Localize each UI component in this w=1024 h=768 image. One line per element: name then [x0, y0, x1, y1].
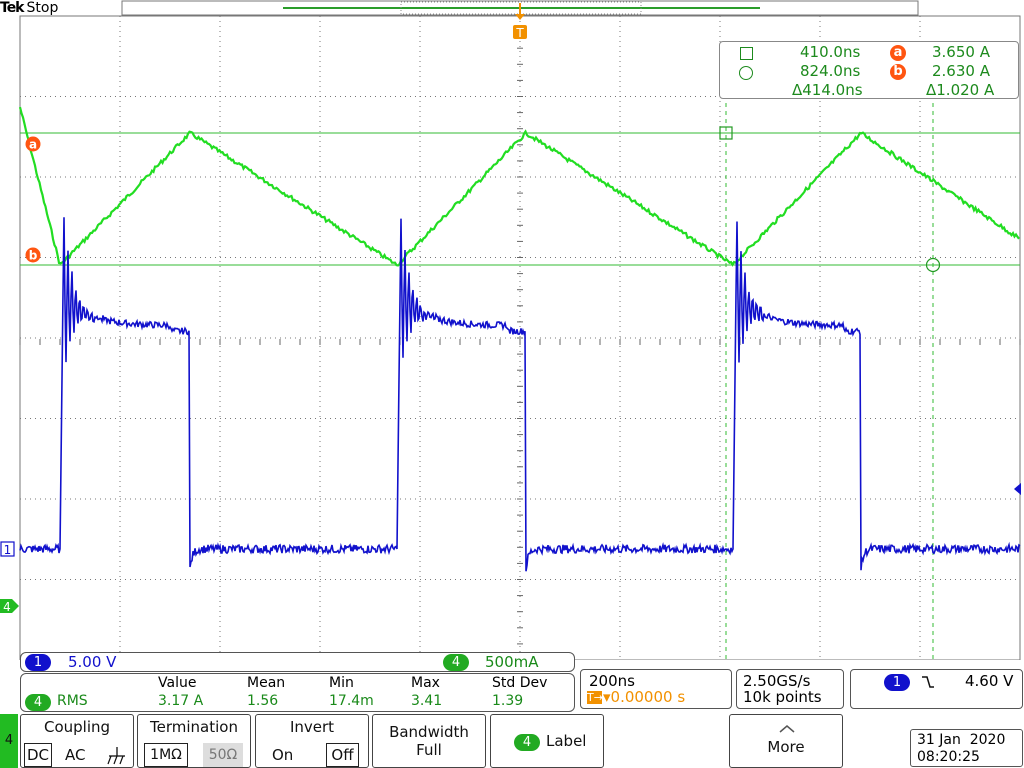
acquisition-status: Stop — [26, 0, 59, 16]
meas-header-mean: Mean — [247, 675, 286, 691]
cursor-b-marker: b — [25, 247, 41, 263]
cursor-ref-b-icon: b — [890, 64, 906, 80]
meas-header-value: Value — [158, 675, 197, 691]
label-text: Label — [546, 732, 587, 750]
status-header: Tek Stop — [0, 0, 58, 16]
svg-text:a: a — [29, 138, 37, 152]
cursor-delta-time: Δ414.0ns — [792, 81, 863, 99]
cursor-2-time: 824.0ns — [800, 62, 861, 80]
ch1-badge: 1 — [25, 654, 51, 671]
cursor-a-marker: a — [25, 136, 41, 152]
menu-side-tab[interactable]: 4 — [0, 714, 18, 768]
meas-header-stddev: Std Dev — [492, 675, 548, 691]
meas-source-badge: 4 — [25, 694, 51, 711]
svg-text:1: 1 — [4, 543, 12, 557]
datetime-panel: 31 Jan 2020 08:20:25 — [910, 729, 1023, 767]
acquisition-panel[interactable]: 2.50GS/s 10k points — [736, 669, 844, 709]
trigger-source-badge: 1 — [884, 674, 910, 691]
label-channel-badge: 4 — [514, 734, 540, 751]
cursor-a-value: 3.650 A — [932, 43, 990, 61]
cursor-1-square-icon — [740, 47, 753, 60]
meas-header-max: Max — [411, 675, 440, 691]
date-display: 31 Jan 2020 — [917, 732, 1006, 748]
label-menu[interactable]: 4 Label — [490, 714, 604, 768]
bandwidth-value: Full — [416, 741, 442, 759]
more-label: More — [767, 738, 805, 756]
svg-text:b: b — [29, 249, 38, 263]
meas-header-min: Min — [329, 675, 354, 691]
cursor-ref-a-icon: a — [890, 45, 906, 61]
falling-edge-icon — [922, 676, 934, 688]
termination-1m-button[interactable]: 1MΩ — [144, 743, 188, 767]
more-arrow-icon — [779, 725, 795, 733]
meas-value: 3.17 A — [158, 693, 204, 709]
invert-off-button[interactable]: Off — [326, 743, 359, 767]
trigger-level: 4.60 V — [965, 672, 1014, 690]
delay-icon: T→ — [587, 691, 603, 704]
meas-max: 3.41 — [411, 693, 443, 709]
record-length: 10k points — [743, 688, 822, 706]
ground-icon[interactable] — [107, 747, 127, 765]
ch4-badge: 4 — [443, 654, 469, 671]
ch1-ground-marker: 1 — [0, 541, 15, 557]
bandwidth-menu[interactable]: Bandwidth Full — [372, 714, 486, 768]
ch4-scale: 500mA — [485, 653, 539, 671]
timebase-panel[interactable]: 200ns T→ ▾0.00000 s — [580, 669, 732, 709]
invert-menu[interactable]: Invert On Off — [255, 714, 369, 768]
svg-text:4: 4 — [3, 600, 11, 614]
cursor-2-circle-icon — [739, 66, 753, 80]
termination-menu[interactable]: Termination 1MΩ 50Ω — [137, 714, 251, 768]
more-menu[interactable]: More — [729, 714, 843, 768]
svg-text:T: T — [515, 26, 524, 40]
cursor-b-value: 2.630 A — [932, 62, 990, 80]
cursor-1-time: 410.0ns — [800, 43, 861, 61]
invert-title: Invert — [289, 718, 335, 736]
ch1-scale: 5.00 V — [68, 653, 117, 671]
cursor-delta-value: Δ1.020 A — [926, 81, 995, 99]
scope-display: T a b 1 4 — [0, 0, 1024, 660]
horizontal-delay: ▾0.00000 s — [603, 688, 686, 706]
meas-stddev: 1.39 — [492, 693, 524, 709]
meas-mean: 1.56 — [247, 693, 279, 709]
trigger-panel[interactable]: 1 4.60 V — [850, 669, 1023, 709]
cursor-readout: 410.0ns a 3.650 A 824.0ns b 2.630 A Δ414… — [719, 41, 1019, 99]
invert-on-button[interactable]: On — [272, 743, 293, 767]
coupling-menu[interactable]: Coupling DC AC — [20, 714, 134, 768]
termination-50-button[interactable]: 50Ω — [203, 743, 243, 767]
bandwidth-title: Bandwidth — [389, 723, 469, 741]
meas-type: RMS — [57, 693, 88, 709]
measurement-panel[interactable]: 4 RMS Value Mean Min Max Std Dev 3.17 A … — [20, 673, 575, 712]
coupling-dc-button[interactable]: DC — [24, 743, 52, 767]
coupling-title: Coupling — [43, 718, 111, 736]
termination-title: Termination — [150, 718, 238, 736]
brand-logo: Tek — [0, 0, 24, 16]
coupling-ac-button[interactable]: AC — [65, 743, 85, 767]
meas-min: 17.4m — [329, 693, 374, 709]
channel-scale-bar[interactable]: 1 5.00 V 4 500mA — [20, 652, 575, 672]
time-display: 08:20:25 — [917, 749, 980, 765]
